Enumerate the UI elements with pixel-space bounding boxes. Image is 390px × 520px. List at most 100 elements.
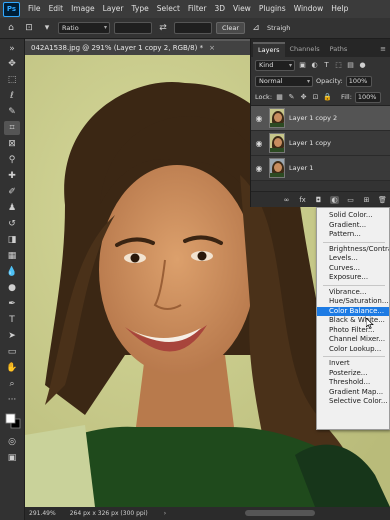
link-layers-icon[interactable]: ∞ [282, 196, 291, 204]
quick-select-tool-icon[interactable]: ✎ [4, 105, 20, 119]
eye-icon[interactable]: ◉ [251, 164, 267, 173]
gradient-tool-icon[interactable]: ▦ [4, 249, 20, 263]
dodge-tool-icon[interactable]: ● [4, 281, 20, 295]
layer-row[interactable]: ◉ Layer 1 copy 2 [251, 106, 390, 131]
lock-position-icon[interactable]: ✥ [299, 93, 308, 102]
horizontal-scrollbar[interactable] [245, 510, 315, 516]
tab-layers[interactable]: Layers [253, 42, 285, 57]
ratio-select[interactable]: Ratio [58, 22, 110, 34]
menu-layer[interactable]: Layer [99, 0, 128, 18]
zoom-level[interactable]: 291.49% [29, 510, 56, 517]
menu-item-photo-filter[interactable]: Photo Filter... [317, 326, 389, 336]
lock-pixels-icon[interactable]: ✎ [287, 93, 296, 102]
menu-item-color-lookup[interactable]: Color Lookup... [317, 345, 389, 355]
kind-filter-select[interactable]: Kind [255, 59, 295, 71]
color-swatches[interactable] [4, 411, 22, 431]
history-brush-tool-icon[interactable]: ↺ [4, 217, 20, 231]
filter-toggle-icon[interactable]: ● [358, 61, 367, 70]
opacity-input[interactable]: 100% [345, 75, 372, 87]
new-layer-icon[interactable]: ⊞ [362, 196, 371, 204]
menu-item-levels[interactable]: Levels... [317, 254, 389, 264]
straighten-label[interactable]: Straigh [267, 24, 290, 32]
menu-item-curves[interactable]: Curves... [317, 264, 389, 274]
more-tools-icon[interactable]: ··· [4, 393, 20, 407]
collapse-icon[interactable]: » [4, 42, 20, 56]
home-icon[interactable]: ⌂ [4, 22, 18, 35]
brush-tool-icon[interactable]: ✐ [4, 185, 20, 199]
menu-help[interactable]: Help [327, 0, 352, 18]
menu-item-brightness-contrast[interactable]: Brightness/Contrast... [317, 245, 389, 255]
menu-3d[interactable]: 3D [210, 0, 229, 18]
adjustment-filter-icon[interactable]: ◐ [310, 61, 319, 70]
blend-mode-select[interactable]: Normal [255, 75, 313, 87]
image-filter-icon[interactable]: ▣ [298, 61, 307, 70]
adjustment-layer-icon[interactable]: ◐ [330, 195, 339, 204]
layer-name[interactable]: Layer 1 [289, 164, 313, 172]
eyedropper-tool-icon[interactable]: ⚲ [4, 153, 20, 167]
menu-file[interactable]: File [24, 0, 45, 18]
straighten-icon[interactable]: ⊿ [249, 22, 263, 35]
height-field[interactable] [174, 22, 212, 34]
menu-filter[interactable]: Filter [184, 0, 211, 18]
menu-item-gradient-map[interactable]: Gradient Map... [317, 388, 389, 398]
fill-input[interactable]: 100% [354, 91, 381, 103]
layer-row[interactable]: ◉ Layer 1 [251, 156, 390, 181]
menu-item-black-white[interactable]: Black & White... [317, 316, 389, 326]
marquee-tool-icon[interactable]: ⬚ [4, 73, 20, 87]
menu-item-selective-color[interactable]: Selective Color... [317, 397, 389, 407]
layer-style-icon[interactable]: fx [298, 196, 307, 204]
menu-item-hue-saturation[interactable]: Hue/Saturation... [317, 297, 389, 307]
panel-menu-icon[interactable]: ≡ [380, 42, 390, 57]
menu-window[interactable]: Window [290, 0, 328, 18]
move-tool-icon[interactable]: ✥ [4, 57, 20, 71]
document-tab[interactable]: 042A1538.jpg @ 291% (Layer 1 copy 2, RGB… [25, 39, 250, 55]
menu-item-gradient[interactable]: Gradient... [317, 221, 389, 231]
layer-name[interactable]: Layer 1 copy [289, 139, 331, 147]
blur-tool-icon[interactable]: 💧 [4, 265, 20, 279]
screen-mode-icon[interactable]: ▣ [4, 451, 20, 465]
width-field[interactable] [114, 22, 152, 34]
lock-transparent-icon[interactable]: ▦ [275, 93, 284, 102]
menu-select[interactable]: Select [153, 0, 184, 18]
rectangle-tool-icon[interactable]: ▭ [4, 345, 20, 359]
lasso-tool-icon[interactable]: ℓ [4, 89, 20, 103]
tab-paths[interactable]: Paths [325, 42, 353, 57]
tab-channels[interactable]: Channels [285, 42, 325, 57]
type-tool-icon[interactable]: T [4, 313, 20, 327]
menu-item-pattern[interactable]: Pattern... [317, 230, 389, 240]
eraser-tool-icon[interactable]: ◨ [4, 233, 20, 247]
menu-item-threshold[interactable]: Threshold... [317, 378, 389, 388]
lock-all-icon[interactable]: 🔒 [323, 93, 332, 102]
trash-icon[interactable]: 🗑 [378, 196, 387, 204]
menu-item-solid-color[interactable]: Solid Color... [317, 211, 389, 221]
chevron-down-icon[interactable]: ▾ [40, 22, 54, 35]
layer-name[interactable]: Layer 1 copy 2 [289, 114, 337, 122]
clone-stamp-tool-icon[interactable]: ♟ [4, 201, 20, 215]
crop-tool-icon[interactable]: ⊡ [22, 22, 36, 35]
lock-artboard-icon[interactable]: ⊡ [311, 93, 320, 102]
menu-item-vibrance[interactable]: Vibrance... [317, 288, 389, 298]
menu-item-exposure[interactable]: Exposure... [317, 273, 389, 283]
clear-button[interactable]: Clear [216, 22, 245, 34]
menu-item-invert[interactable]: Invert [317, 359, 389, 369]
menu-plugins[interactable]: Plugins [255, 0, 290, 18]
shape-filter-icon[interactable]: ⬚ [334, 61, 343, 70]
healing-brush-tool-icon[interactable]: ✚ [4, 169, 20, 183]
layer-mask-icon[interactable]: ◘ [314, 196, 323, 204]
path-selection-tool-icon[interactable]: ➤ [4, 329, 20, 343]
menu-item-channel-mixer[interactable]: Channel Mixer... [317, 335, 389, 345]
eye-icon[interactable]: ◉ [251, 139, 267, 148]
new-group-icon[interactable]: ▭ [346, 196, 355, 204]
menu-view[interactable]: View [229, 0, 255, 18]
quick-mask-icon[interactable]: ◎ [4, 435, 20, 449]
zoom-tool-icon[interactable]: ⌕ [4, 377, 20, 391]
type-filter-icon[interactable]: T [322, 61, 331, 70]
photoshop-logo[interactable]: Ps [3, 1, 20, 17]
close-icon[interactable]: × [209, 44, 215, 52]
menu-image[interactable]: Image [67, 0, 99, 18]
swap-icon[interactable]: ⇄ [156, 22, 170, 35]
menu-edit[interactable]: Edit [45, 0, 68, 18]
menu-type[interactable]: Type [128, 0, 153, 18]
frame-tool-icon[interactable]: ⊠ [4, 137, 20, 151]
pen-tool-icon[interactable]: ✒ [4, 297, 20, 311]
